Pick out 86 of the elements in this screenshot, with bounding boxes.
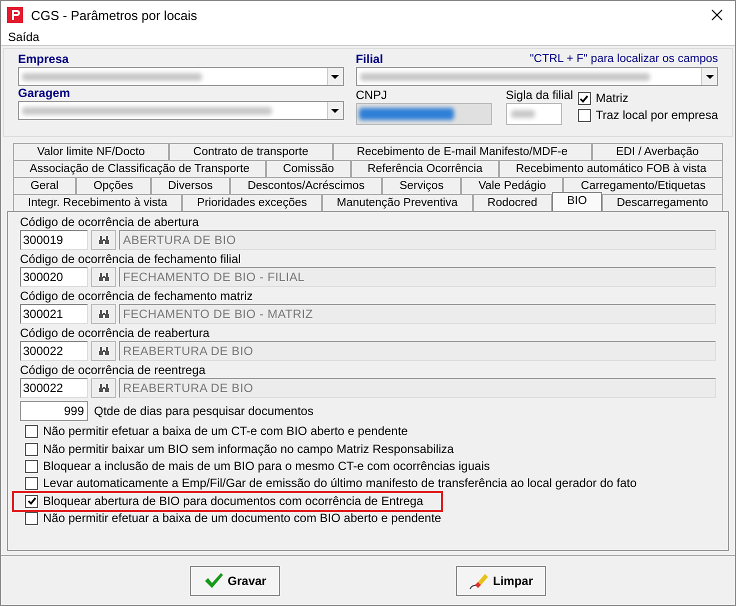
code-field[interactable]: 300022 <box>20 378 88 398</box>
tab[interactable]: Recebimento automático FOB à vista <box>499 160 724 177</box>
binoculars-icon <box>98 383 110 393</box>
tab[interactable]: Opções <box>76 177 151 194</box>
field-label: Código de ocorrência de fechamento filial <box>20 252 242 267</box>
company-dropdown[interactable] <box>18 67 344 86</box>
eraser-icon <box>468 572 489 590</box>
tab[interactable]: Rodocred <box>472 194 552 211</box>
tab[interactable]: Diversos <box>150 177 230 194</box>
description-field: ABERTURA DE BIO <box>119 230 716 250</box>
field-label: CNPJ <box>356 88 388 103</box>
tab[interactable]: Valor limite NF/Docto <box>13 143 170 160</box>
field-label: Código de ocorrência de fechamento matriz <box>20 289 254 304</box>
checkbox[interactable] <box>25 512 38 526</box>
code-field[interactable]: 300021 <box>20 304 88 324</box>
checkbox-label: Traz local por empresa <box>596 108 718 123</box>
caret-icon <box>331 74 340 78</box>
tab[interactable]: Manutenção Preventiva <box>322 194 473 211</box>
tab[interactable]: Serviços <box>382 177 462 194</box>
caret-icon <box>331 108 340 112</box>
caret-icon <box>706 74 714 78</box>
field-label: Empresa <box>18 52 70 67</box>
checkbox[interactable] <box>25 425 38 438</box>
checkbox-label: Não permitir efetuar a baixa de um documento com BIO aberto e pendente <box>43 511 442 526</box>
binoculars-icon <box>98 272 110 282</box>
description-field: FECHAMENTO DE BIO - FILIAL <box>119 267 716 287</box>
tab[interactable]: Prioridades exceções <box>182 194 322 211</box>
field-label: Garagem <box>18 86 72 101</box>
search-button[interactable] <box>91 267 116 287</box>
checkbox-label: Não permitir baixar um BIO sem informação no campo Matriz Responsabiliza <box>43 442 454 457</box>
checkbox-label: Não permitir efetuar a baixa de um CT-e com BIO aberto e pendente <box>43 424 408 440</box>
binoculars-icon <box>98 235 110 245</box>
tab[interactable]: EDI / Averbação <box>592 143 724 160</box>
field-label: Filial <box>356 52 384 67</box>
description-field: FECHAMENTO DE BIO - MATRIZ <box>119 304 716 324</box>
checkbox[interactable] <box>578 92 591 105</box>
description-field: REABERTURA DE BIO <box>119 378 716 398</box>
field-label: Código de ocorrência de reentrega <box>20 363 206 378</box>
checkbox-label: Matriz <box>596 91 628 106</box>
menu-item[interactable]: Saída <box>8 30 40 44</box>
checkbox[interactable] <box>25 477 38 490</box>
checkbox[interactable] <box>25 494 38 508</box>
tab[interactable]: Referência Ocorrência <box>350 160 500 177</box>
field-label: Sigla da filial <box>506 88 574 103</box>
search-button[interactable] <box>91 304 116 324</box>
tab[interactable]: BIO <box>552 192 602 211</box>
tab[interactable]: Descontos/Acréscimos <box>230 177 382 194</box>
tab[interactable]: Contrato de transporte <box>169 143 333 160</box>
checkmark-icon <box>204 572 224 590</box>
tab[interactable]: Descarregamento <box>602 194 724 211</box>
branch-dropdown[interactable] <box>356 67 718 86</box>
tab[interactable]: Integr. Recebimento à vista <box>13 194 182 211</box>
app-logo-icon <box>7 7 23 23</box>
clear-button[interactable]: Limpar <box>456 566 546 596</box>
description-field: REABERTURA DE BIO <box>119 341 716 361</box>
tab[interactable]: Associação de Classificação de Transporte <box>13 160 266 177</box>
checkbox[interactable] <box>578 109 591 122</box>
garage-dropdown[interactable] <box>18 101 344 120</box>
save-button[interactable]: Gravar <box>190 566 280 596</box>
checkbox-label: Bloquear abertura de BIO para documentos com ocorrência de Entrega <box>43 494 424 509</box>
window-title: CGS - Parâmetros por locais <box>31 8 198 22</box>
tab[interactable]: Comissão <box>266 160 351 177</box>
field-label: Código de ocorrência de abertura <box>20 215 200 230</box>
checkbox-label: Bloquear a inclusão de mais de um BIO para o mesmo CT-e com ocorrências iguais <box>43 458 490 474</box>
close-icon[interactable] <box>711 9 723 21</box>
search-button[interactable] <box>91 378 116 398</box>
search-button[interactable] <box>91 341 116 361</box>
code-field[interactable]: 300020 <box>20 267 88 287</box>
field-label: Qtde de dias para pesquisar documentos <box>94 404 314 418</box>
checkbox[interactable] <box>25 460 38 473</box>
tab[interactable]: Vale Pedágio <box>461 177 564 194</box>
binoculars-icon <box>98 346 110 356</box>
days-field[interactable]: 999 <box>20 401 88 421</box>
code-field[interactable]: 300019 <box>20 230 88 250</box>
checkbox-label: Levar automaticamente a Emp/Fil/Gar de emissão do último manifesto de transferência ao local gerador do fato <box>43 476 637 492</box>
field-label: Código de ocorrência de reabertura <box>20 326 210 341</box>
hint-text: "CTRL + F" para localizar os campos <box>530 52 718 67</box>
tab[interactable]: Carregamento/Etiquetas <box>563 177 724 194</box>
checkbox[interactable] <box>25 442 38 456</box>
search-button[interactable] <box>91 230 116 250</box>
branch-code-field[interactable] <box>506 103 562 125</box>
tab[interactable]: Recebimento de E-mail Manifesto/MDF-e <box>332 143 592 160</box>
cnpj-field[interactable] <box>356 103 492 125</box>
tab[interactable]: Geral <box>13 177 76 194</box>
binoculars-icon <box>98 309 110 319</box>
code-field[interactable]: 300022 <box>20 341 88 361</box>
